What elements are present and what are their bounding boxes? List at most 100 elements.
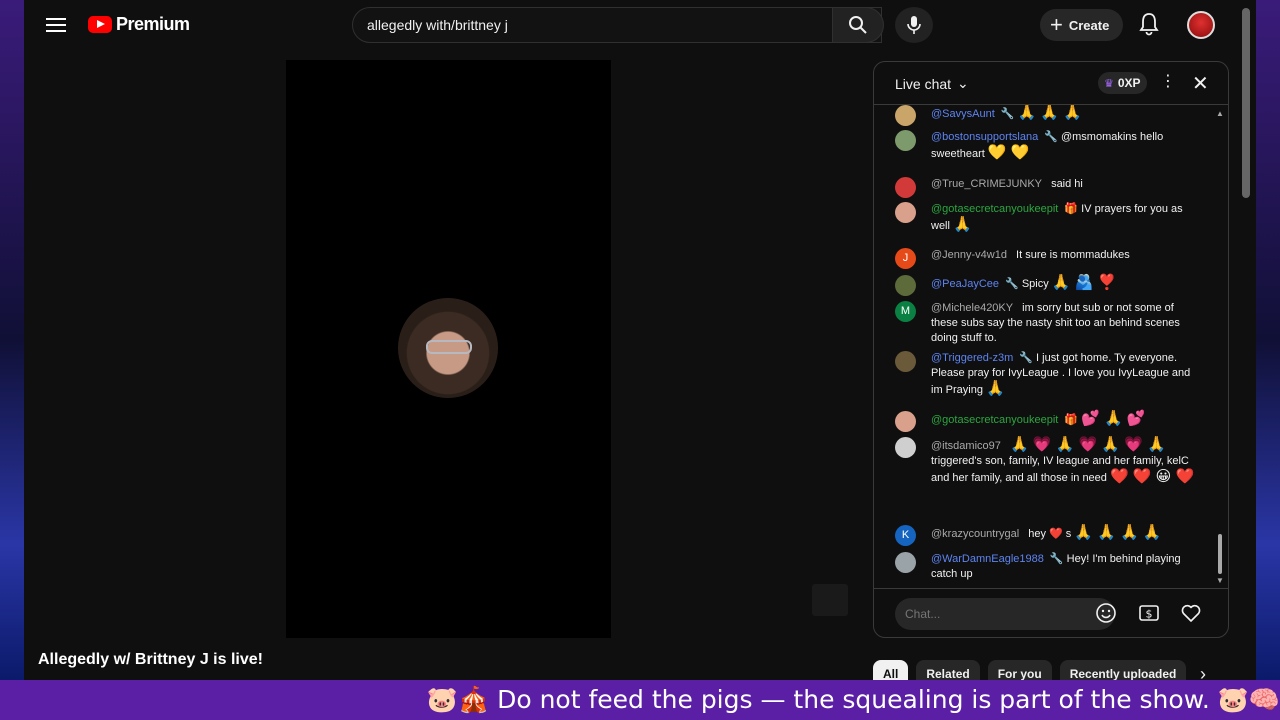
chat-scrollbar-thumb[interactable] [1218,534,1222,574]
chat-message: @bostonsupportslana 🔧 @msmomakins hello s… [895,130,1195,162]
stream-frame-right-border [1256,0,1280,680]
chat-text: said hi [1051,178,1083,190]
streamer-avatar [398,298,498,398]
video-title: Allegedly w/ Brittney J is live! [38,651,263,668]
related-chips: All Related For you Recently uploaded [873,660,1187,680]
heart-icon [1181,604,1201,622]
wrench-icon: 🔧 [1000,108,1015,120]
chat-avatar[interactable] [895,411,916,432]
chat-messages: @SavysAunt 🔧 🙏 🙏 🙏 @bostonsupportslana 🔧 @… [874,105,1228,587]
plus-icon: + [1050,12,1063,37]
chat-avatar[interactable] [895,275,916,296]
chat-emoji: 💕 🙏 💕 [1081,410,1146,427]
chat-author[interactable]: @krazycountrygal [931,528,1019,540]
chat-message: K @krazycountrygal hey ❤️ s 🙏 🙏 🙏 🙏 [895,524,1195,546]
emoji-button[interactable] [1095,602,1117,629]
chat-emoji-trailing: ❤️ ❤️ 😀 ❤️ [1109,468,1195,485]
wrench-icon: 🔧 [1044,131,1058,143]
chat-message: @True_CRIMEJUNKY said hi [895,177,1195,198]
notifications-button[interactable] [1138,12,1160,41]
chat-avatar[interactable]: J [895,248,916,269]
chevron-right-icon[interactable]: › [1200,664,1206,680]
chat-author[interactable]: @gotasecretcanyoukeepit [931,414,1058,426]
chat-message: @PeaJayCee 🔧 Spicy 🙏 🫂 ❣️ [895,274,1195,296]
chat-avatar[interactable]: K [895,525,916,546]
chat-avatar[interactable] [895,177,916,198]
hamburger-icon[interactable] [44,14,68,36]
search-box: ✕ [352,7,882,43]
chat-author[interactable]: @Jenny-v4w1d [931,249,1007,261]
chat-avatar[interactable] [895,130,916,151]
video-player[interactable] [286,60,611,638]
xp-badge[interactable]: ♛ 0XP [1098,72,1147,94]
youtube-window: Premium ✕ + Create [24,0,1256,680]
chat-message: @gotasecretcanyoukeepit 🎁 💕 🙏 💕 [895,410,1195,432]
chat-emoji: 🙏 🫂 ❣️ [1051,274,1117,291]
wrench-icon: 🔧 [1019,352,1033,364]
chip-recently-uploaded[interactable]: Recently uploaded [1059,660,1187,680]
gift-icon: 🎁 [1064,414,1079,426]
chat-avatar[interactable] [895,552,916,573]
crown-icon: ♛ [1104,77,1114,90]
chat-message: @WarDamnEagle1988 🔧 Hey! I'm behind playi… [895,552,1195,582]
live-chat-mode-dropdown[interactable]: Live chat ⌄ [895,75,969,92]
microphone-icon [907,16,921,34]
chat-message: J @Jenny-v4w1d It sure is mommadukes [895,248,1195,269]
stream-ticker-banner: 🐷🎪 Do not feed the pigs — the squealing … [0,680,1280,720]
chat-scrollbar[interactable] [1218,114,1222,582]
chat-message: M @Michele420KY im sorry but sub or not … [895,301,1195,346]
chat-author[interactable]: @bostonsupportslana [931,131,1038,143]
create-label: Create [1068,17,1110,33]
chat-author[interactable]: @gotasecretcanyoukeepit [931,203,1058,215]
top-bar: Premium ✕ + Create [24,0,1256,50]
chat-text: hey ❤️ s [1028,528,1072,540]
account-avatar[interactable] [1187,11,1215,39]
voice-search-button[interactable] [895,7,933,43]
chat-avatar[interactable] [895,105,916,126]
super-chat-button[interactable]: $ [1138,602,1160,629]
chat-author[interactable]: @SavysAunt [931,108,995,120]
chat-emoji: 🙏 💗 🙏 💗 🙏 💗 🙏 [1009,436,1166,453]
search-input[interactable] [367,17,845,33]
chat-author[interactable]: @True_CRIMEJUNKY [931,178,1042,190]
chat-emoji: 🙏 🙏 🙏 🙏 [1074,524,1162,541]
ticker-text: 🐷🎪 Do not feed the pigs — the squealing … [426,685,1280,714]
chat-text: It sure is mommadukes [1016,249,1130,261]
chat-author[interactable]: @WarDamnEagle1988 [931,553,1044,565]
chat-avatar[interactable]: M [895,301,916,322]
youtube-premium-logo[interactable]: Premium [88,14,190,35]
chat-input[interactable] [895,598,1115,630]
chat-avatar[interactable] [895,202,916,223]
dollar-chat-icon: $ [1139,605,1159,621]
close-chat-icon[interactable]: ✕ [1192,71,1209,96]
chip-related[interactable]: Related [916,660,980,680]
svg-text:$: $ [1146,608,1153,621]
xp-value: 0XP [1117,76,1141,90]
chat-scroll-down-arrow[interactable]: ▼ [1216,576,1224,585]
chat-avatar[interactable] [895,437,916,458]
glasses-graphic [426,340,472,354]
chip-all[interactable]: All [873,660,909,680]
chat-author[interactable]: @Michele420KY [931,302,1013,314]
chat-author[interactable]: @Triggered-z3m [931,352,1013,364]
chat-author[interactable]: @itsdamico97 [931,440,1001,452]
chat-author[interactable]: @PeaJayCee [931,278,999,290]
chat-message: @itsdamico97 🙏 💗 🙏 💗 🙏 💗 🙏 triggered's s… [895,437,1195,486]
reaction-button[interactable] [1180,602,1202,629]
channel-watermark[interactable] [812,584,848,616]
page-scrollbar-thumb[interactable] [1242,8,1250,198]
chat-avatar[interactable] [895,351,916,372]
logo-text: Premium [116,14,190,34]
more-options-icon[interactable]: ⋮ [1160,74,1176,90]
create-button[interactable]: + Create [1040,9,1124,41]
search-button[interactable] [832,7,884,43]
stream-frame-left-border [0,0,24,680]
chat-message: @Triggered-z3m 🔧 I just got home. Ty ever… [895,351,1195,398]
wrench-icon: 🔧 [1005,278,1019,290]
chat-emoji: 🙏 🙏 🙏 [1017,105,1082,121]
live-chat-header: Live chat ⌄ ♛ 0XP ⋮ ✕ [874,62,1228,105]
chip-for-you[interactable]: For you [987,660,1052,680]
live-chat-panel: Live chat ⌄ ♛ 0XP ⋮ ✕ @SavysAunt 🔧 🙏 🙏 🙏 … [873,61,1229,638]
chat-text: Spicy [1021,278,1049,290]
chat-emoji: 💛 💛 [987,144,1030,161]
